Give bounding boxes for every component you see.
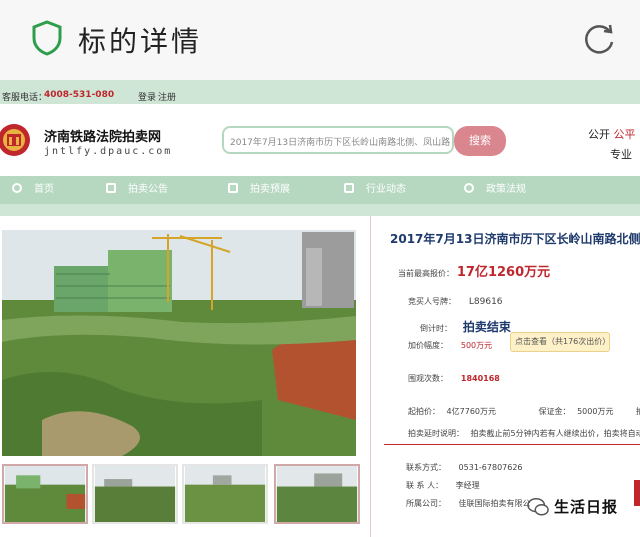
start-price-label: 起拍价：	[408, 407, 440, 416]
company-row: 所属公司： 佳联国际拍卖有限公	[406, 498, 531, 509]
views-row: 围观次数： 1840168	[408, 373, 500, 384]
search-box	[222, 126, 454, 154]
search-input[interactable]	[230, 132, 450, 150]
contact-number: 0531-67807626	[458, 463, 523, 472]
thumbnail[interactable]	[182, 464, 268, 524]
nav-label: 拍卖预展	[250, 184, 290, 195]
mountain-icon	[228, 183, 238, 193]
slogan-line-1: 公开 公平	[588, 126, 636, 142]
clock-icon	[12, 183, 22, 193]
nav-item-home[interactable]: 首页	[12, 176, 54, 204]
delay-label: 拍卖延时说明：	[408, 429, 464, 438]
main-nav: 首页 拍卖公告 拍卖预展 行业动态 政策法规	[0, 176, 640, 204]
thumbnail[interactable]	[2, 464, 88, 524]
thumbnail[interactable]	[92, 464, 178, 524]
item-detail: 2017年7月13日济南市历下区长岭山南路北侧、 当前最高报价： 17亿1260…	[0, 216, 640, 537]
nav-item-announcements[interactable]: 拍卖公告	[106, 176, 168, 204]
person-name: 李经理	[455, 481, 480, 490]
shield-icon	[32, 20, 62, 56]
refresh-icon[interactable]	[580, 20, 618, 58]
deposit-value: 5000万元	[577, 407, 614, 416]
auction-status: 拍卖结束	[462, 320, 511, 334]
item-title: 2017年7月13日济南市历下区长岭山南路北侧、	[390, 232, 640, 246]
person-label: 联 系 人：	[406, 481, 444, 490]
increment-row: 加价幅度： 500万元	[408, 340, 492, 351]
watermark: 生活日报	[526, 494, 638, 520]
site-name: 济南铁路法院拍卖网	[44, 130, 162, 145]
person-row: 联 系 人： 李经理	[406, 480, 480, 491]
court-emblem-icon	[0, 124, 30, 156]
web-page: 客服电话： 4008-531-080 登录 注册 济南铁路法院拍卖网 jntlf…	[0, 80, 640, 537]
slogan-line-2: 专业	[610, 148, 632, 161]
watermark-text: 生活日报	[554, 498, 619, 516]
register-link[interactable]: 注册	[158, 90, 176, 103]
document-icon	[106, 183, 116, 193]
views-label: 围观次数：	[408, 374, 448, 383]
page-title: 标的详情	[78, 25, 203, 58]
column-divider	[370, 216, 371, 537]
nav-item-preview[interactable]: 拍卖预展	[228, 176, 290, 204]
current-price-row: 当前最高报价： 17亿1260万元	[398, 261, 550, 280]
deposit-label: 保证金：	[538, 407, 571, 416]
trophy-icon	[464, 183, 474, 193]
contact-label: 联系方式：	[406, 463, 446, 472]
top-bar: 客服电话： 4008-531-080 登录 注册	[0, 86, 640, 104]
company-label: 所属公司：	[406, 499, 446, 508]
red-divider	[384, 444, 640, 445]
nav-label: 首页	[34, 184, 54, 195]
nav-label: 行业动态	[366, 184, 406, 195]
app-bar: 标的详情	[0, 0, 640, 80]
bidder-number: L89616	[468, 297, 503, 307]
thumbnail[interactable]	[274, 464, 360, 524]
hotline-number: 4008-531-080	[44, 90, 115, 100]
truncated-label: 拍	[636, 407, 640, 416]
nav-label: 拍卖公告	[128, 184, 168, 195]
wechat-icon	[527, 498, 549, 516]
views-count: 1840168	[460, 374, 500, 383]
current-price-label: 当前最高报价：	[398, 269, 454, 278]
hotline-label: 客服电话：	[2, 93, 48, 103]
list-icon	[344, 183, 354, 193]
countdown-label: 倒计时：	[420, 324, 452, 333]
login-link[interactable]: 登录	[138, 90, 156, 103]
increment-value: 500万元	[460, 341, 493, 350]
start-price-row: 起拍价： 4亿7760万元 保证金： 5000万元 拍	[408, 406, 640, 417]
bidder-label: 竞买人号牌：	[408, 297, 456, 306]
slogan-fair: 公平	[613, 128, 636, 141]
thumbnail-strip	[0, 464, 370, 524]
slogan-open: 公开	[588, 128, 610, 141]
delay-row: 拍卖延时说明： 拍卖截止前5分钟内若有人继续出价，拍卖将自动	[408, 428, 640, 439]
nav-label: 政策法规	[486, 184, 526, 195]
contact-row: 联系方式： 0531-67807626	[406, 462, 523, 473]
nav-item-policy[interactable]: 政策法规	[464, 176, 526, 204]
search-button[interactable]: 搜索	[454, 126, 506, 156]
start-price: 4亿7760万元	[446, 407, 496, 416]
property-photo[interactable]	[2, 230, 356, 456]
delay-text: 拍卖截止前5分钟内若有人继续出价，拍卖将自动	[470, 429, 640, 438]
site-url: jntlfy.dpauc.com	[44, 146, 173, 157]
current-price: 17亿1260万元	[456, 265, 551, 280]
countdown-row: 倒计时： 拍卖结束	[420, 318, 511, 335]
increment-label: 加价幅度：	[408, 341, 448, 350]
bidder-row: 竞买人号牌： L89616	[408, 296, 503, 307]
nav-item-news[interactable]: 行业动态	[344, 176, 406, 204]
company-name: 佳联国际拍卖有限公	[458, 499, 531, 508]
item-info: 2017年7月13日济南市历下区长岭山南路北侧、 当前最高报价： 17亿1260…	[380, 216, 640, 537]
view-bids-button[interactable]: 点击查看（共176次出价）	[510, 332, 610, 352]
site-header: 济南铁路法院拍卖网 jntlfy.dpauc.com 搜索 公开 公平 专业	[0, 104, 640, 176]
